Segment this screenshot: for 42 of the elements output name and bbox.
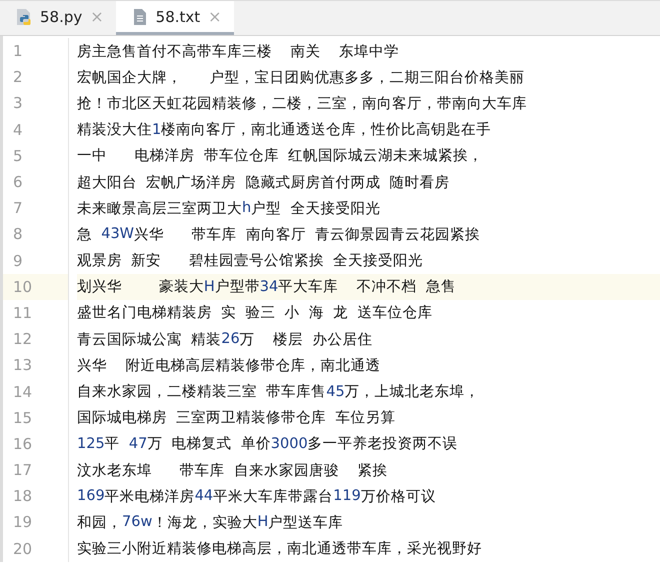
python-file-icon <box>16 8 32 26</box>
text-line: 国际城电梯房 三室两卫精装修带仓库 车位另算 <box>77 408 396 428</box>
line-number: 13 <box>3 352 69 378</box>
text-line: 盛世名门电梯精装房 实 验三 小 海 龙 送车位仓库 <box>77 304 434 324</box>
text-line: 超大阳台 宏帆广场洋房 隐藏式厨房首付两成 随时看房 <box>77 174 451 193</box>
editor-tab[interactable]: 58.txt × <box>116 1 234 35</box>
text-line: 汶水老东埠 带车库 自来水家园唐骏 紧挨 <box>77 462 388 481</box>
text-line: 急 43W兴华 带车库 南向客厅 青云御景园青云花园紧挨 <box>77 225 482 245</box>
line-number: 1 <box>3 38 69 64</box>
text-line: 自来水家园，二楼精装三室 带车库售45万，上城北老东埠， <box>77 382 481 402</box>
text-line: 青云国际城公寓 精装26万 楼层 办公居住 <box>77 330 374 350</box>
line-number: 7 <box>3 195 69 222</box>
line-number: 4 <box>3 116 69 143</box>
text-line: 抢！市北区天虹花园精装修，二楼，三室，南向客厅，带南向大车库 <box>77 94 528 114</box>
text-line: 169平米电梯洋房44平米大车库带露台119万价格可议 <box>77 487 437 507</box>
line-number: 17 <box>3 457 69 484</box>
text-line: 房主急售首付不高带车库三楼 南关 东埠中学 <box>77 42 400 62</box>
text-line: 观景房 新安 碧桂园壹号公馆紧挨 全天接受阳光 <box>77 252 424 272</box>
line-number: 6 <box>3 168 69 196</box>
editor-tab[interactable]: 58.py × <box>0 1 116 35</box>
line-number: 11 <box>3 300 69 326</box>
text-line: 125平 47万 电梯复式 单价3000多一平养老投资两不误 <box>77 434 459 454</box>
text-line: 未来瞰景高层三室两卫大h户型 全天接受阳光 <box>77 199 382 219</box>
line-number: 19 <box>3 509 69 536</box>
line-number: 2 <box>3 64 69 90</box>
line-number: 14 <box>3 378 69 405</box>
text-line: 和园，76w！海龙，实验大H户型送车库 <box>77 513 344 533</box>
line-number: 3 <box>3 90 69 117</box>
line-number: 18 <box>3 483 69 510</box>
line-number: 10 <box>3 274 69 300</box>
text-line: 实验三小附近精装修电梯高层，南北通透带车库，采光视野好 <box>77 540 483 560</box>
text-line: 兴华 附近电梯高层精装修带仓库，南北通透 <box>77 356 382 376</box>
text-line: 一中 电梯洋房 带车位仓库 红帆国际城云湖未来城紧挨， <box>77 146 484 166</box>
line-number: 20 <box>3 536 69 562</box>
line-number: 8 <box>3 221 69 248</box>
line-number: 15 <box>3 404 69 431</box>
text-file-icon <box>132 8 148 26</box>
text-line: 精装没大住1楼南向客厅，南北通透送仓库，性价比高钥匙在手 <box>77 120 492 140</box>
line-number: 5 <box>3 142 69 169</box>
line-number: 12 <box>3 326 69 352</box>
line-number: 16 <box>3 430 69 457</box>
text-line: 宏帆国企大牌， 户型，宝日团购优惠多多，二期三阳台价格美丽 <box>77 68 526 88</box>
